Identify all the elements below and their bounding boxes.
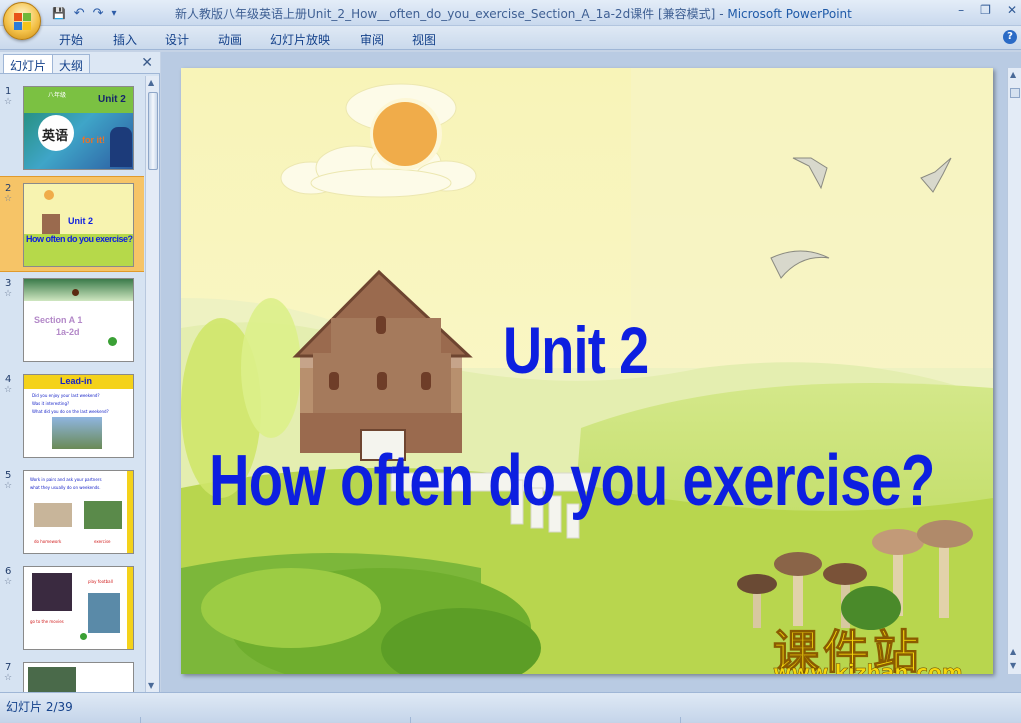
star-icon: ☆ [4,194,13,204]
star-icon: ☆ [4,577,13,587]
title-bar: 💾 ↶ ↷ ▾ 新人教版八年级英语上册Unit_2_How__often_do_… [0,0,1021,26]
star-icon: ☆ [4,289,13,299]
star-icon: ☆ [4,673,13,683]
save-icon[interactable]: 💾 [52,7,66,20]
scroll-up-icon[interactable]: ▲ [148,78,154,87]
slide-counter: 幻灯片 2/39 [6,700,73,714]
slide-thumbnail-7[interactable]: 7 ☆ [0,656,144,692]
ribbon-tabs: 开始 插入 设计 动画 幻灯片放映 审阅 视图 ? [0,26,1021,50]
slide-thumbnail-2[interactable]: 2 ☆ Unit 2 How often do you exercise? [0,176,144,272]
thumbnail-image: Section A 1 1a-2d [23,278,134,362]
scroll-thumb[interactable] [148,92,158,170]
slide-title-question[interactable]: How often do you exercise? [209,440,935,522]
tab-animations[interactable]: 动画 [218,31,242,48]
star-icon: ☆ [4,97,13,107]
slide-thumbnail-5[interactable]: 5 ☆ Work in pairs and ask your partners … [0,464,144,560]
panel-tabs: 幻灯片 大纲 ✕ [0,52,160,74]
restore-button[interactable]: ❐ [980,3,991,17]
scroll-up-icon[interactable]: ▲ [1010,70,1016,79]
close-button[interactable]: ✕ [1007,3,1017,17]
thumbnail-image [23,662,134,692]
tab-view[interactable]: 视图 [412,31,436,48]
close-panel-icon[interactable]: ✕ [141,55,153,71]
watermark-url: www.kjzhan.com [773,660,963,674]
tab-slideshow[interactable]: 幻灯片放映 [270,31,330,48]
slide-editor: Unit 2 How often do you exercise? 课件站 ww… [161,52,1021,692]
thumbnail-image: 八年级 Unit 2 英语 for it! [23,86,134,170]
tab-design[interactable]: 设计 [165,31,189,48]
previous-slide-icon[interactable]: ▲ [1010,647,1016,656]
window-title: 新人教版八年级英语上册Unit_2_How__often_do_you_exer… [175,7,852,21]
star-icon: ☆ [4,385,13,395]
editor-scrollbar[interactable]: ▲ ▲ ▼ [1007,68,1021,674]
sun-icon [373,102,437,166]
slide-title-unit[interactable]: Unit 2 [503,312,649,388]
slide-thumbnail-4[interactable]: 4 ☆ Lead-in Did you enjoy your last week… [0,368,144,464]
slide-thumbnail-3[interactable]: 3 ☆ Section A 1 1a-2d [0,272,144,368]
tab-review[interactable]: 审阅 [360,31,384,48]
office-logo-icon [14,13,32,31]
redo-icon[interactable]: ↷ [93,6,104,21]
thumbnail-image: play football go to the movies [23,566,134,650]
help-icon[interactable]: ? [1003,30,1017,44]
tab-outline[interactable]: 大纲 [52,54,91,73]
window-controls: – ❐ ✕ [958,3,1017,17]
panel-scrollbar[interactable]: ▲ ▼ [145,76,159,692]
undo-icon[interactable]: ↶ [74,6,85,21]
thumbnail-image: Unit 2 How often do you exercise? [23,183,134,267]
star-icon: ☆ [4,481,13,491]
thumbnail-image: Work in pairs and ask your partners what… [23,470,134,554]
slide-thumbnails: 1 ☆ 八年级 Unit 2 英语 for it! 2 ☆ Unit 2 How… [0,76,144,692]
quick-access-toolbar: 💾 ↶ ↷ ▾ [48,3,117,23]
current-slide[interactable]: Unit 2 How often do you exercise? 课件站 ww… [181,68,993,674]
tab-insert[interactable]: 插入 [113,31,137,48]
scroll-thumb[interactable] [1010,88,1020,98]
slides-panel: 幻灯片 大纲 ✕ 1 ☆ 八年级 Unit 2 英语 for it! 2 ☆ U… [0,52,160,692]
next-slide-icon[interactable]: ▼ [1010,661,1016,670]
scroll-down-icon[interactable]: ▼ [148,681,154,690]
tab-slides[interactable]: 幻灯片 [3,54,54,73]
tab-home[interactable]: 开始 [59,31,83,48]
slide-thumbnail-1[interactable]: 1 ☆ 八年级 Unit 2 英语 for it! [0,80,144,176]
office-button[interactable] [3,2,41,40]
customize-qat-icon[interactable]: ▾ [112,8,117,19]
watermark-logo: 课件站 www.kjzhan.com [773,616,993,675]
minimize-button[interactable]: – [958,3,964,17]
status-bar: 幻灯片 2/39 [0,692,1021,723]
slide-thumbnail-6[interactable]: 6 ☆ play football go to the movies [0,560,144,656]
thumbnail-image: Lead-in Did you enjoy your last weekend?… [23,374,134,458]
